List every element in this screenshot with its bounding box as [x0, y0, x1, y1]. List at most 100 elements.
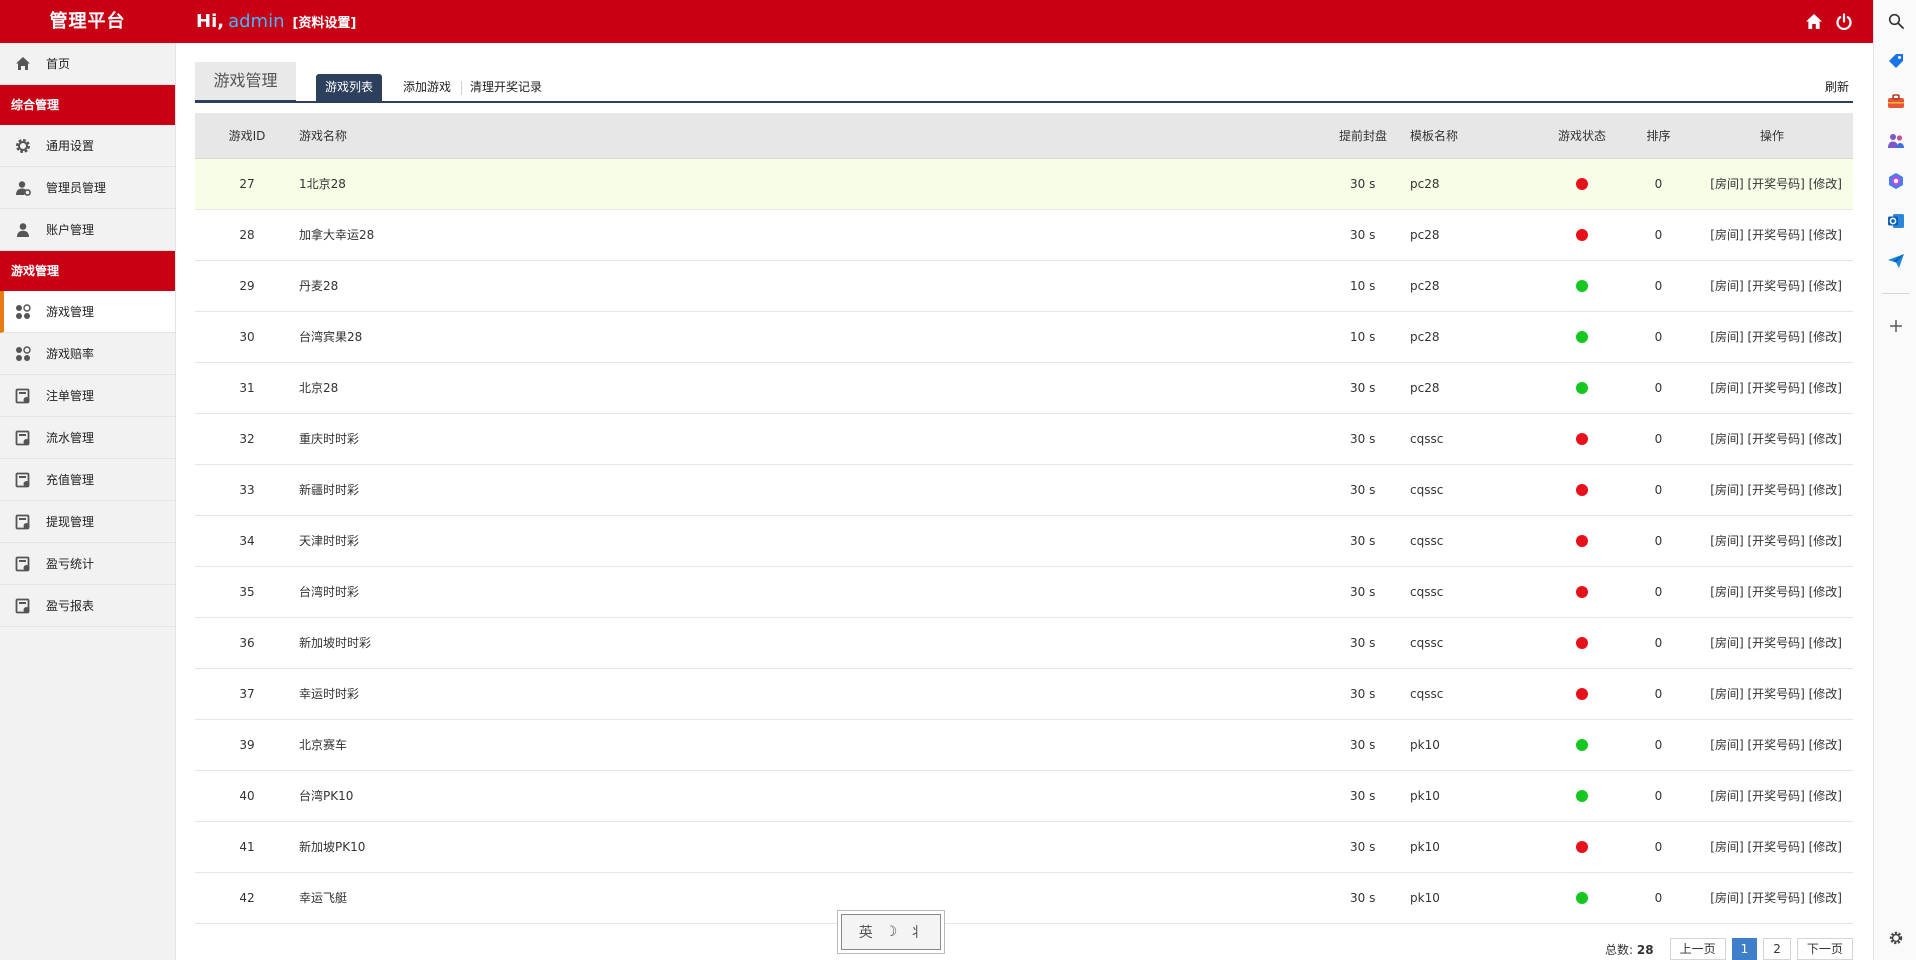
sidebar-item-pnl-stats[interactable]: 盈亏统计 — [0, 543, 175, 585]
plus-icon[interactable] — [1886, 316, 1906, 336]
page-2-button[interactable]: 2 — [1763, 938, 1791, 960]
subtab-add-game[interactable]: 添加游戏 — [403, 74, 451, 101]
status-dot[interactable] — [1576, 688, 1588, 700]
status-dot[interactable] — [1576, 892, 1588, 904]
col-header-close[interactable]: 提前封盘 — [1339, 113, 1410, 159]
cell-close-time: 30 s — [1350, 431, 1376, 446]
tab-game-management[interactable]: 游戏管理 — [195, 62, 296, 103]
subtab-clear-records[interactable]: 清理开奖记录 — [470, 74, 542, 101]
tag-icon[interactable] — [1886, 51, 1906, 71]
main-content: 游戏管理 游戏列表 添加游戏 清理开奖记录 刷新 游戏ID 游戏名称 提前封盘 … — [195, 62, 1853, 924]
sidebar-item-flow[interactable]: 流水管理 — [0, 417, 175, 459]
cell-game-id: 41 — [239, 839, 255, 854]
cell-template: pk10 — [1410, 737, 1440, 752]
cell-actions[interactable]: [房间] [开奖号码] [修改] — [1691, 515, 1853, 566]
cell-game-id: 37 — [239, 686, 255, 701]
status-dot[interactable] — [1576, 331, 1588, 343]
sidebar-item-withdraw[interactable]: 提现管理 — [0, 501, 175, 543]
cell-actions[interactable]: [房间] [开奖号码] [修改] — [1691, 464, 1853, 515]
username-link[interactable]: admin — [228, 11, 284, 32]
cell-actions[interactable]: [房间] [开奖号码] [修改] — [1691, 413, 1853, 464]
status-dot[interactable] — [1576, 535, 1588, 547]
col-header-template[interactable]: 模板名称 — [1410, 113, 1538, 159]
col-header-id[interactable]: 游戏ID — [195, 113, 299, 159]
profile-settings-link[interactable]: [资料设置] — [292, 16, 356, 31]
sidebar-item-home[interactable]: 首页 — [0, 43, 175, 85]
status-dot[interactable] — [1576, 433, 1588, 445]
cell-actions[interactable]: [房间] [开奖号码] [修改] — [1691, 770, 1853, 821]
search-icon[interactable] — [1886, 11, 1906, 31]
table-row: 36 新加坡时时彩 30 s cqssc 0 [房间] [开奖号码] [修改] — [195, 617, 1853, 668]
cell-game-name: 幸运飞艇 — [299, 891, 348, 905]
cell-actions[interactable]: [房间] [开奖号码] [修改] — [1691, 566, 1853, 617]
game-table: 游戏ID 游戏名称 提前封盘 模板名称 游戏状态 排序 操作 27 1北京28 30… — [195, 113, 1853, 924]
cell-close-time: 30 s — [1350, 890, 1376, 905]
cell-template: pc28 — [1410, 329, 1440, 344]
status-dot[interactable] — [1576, 484, 1588, 496]
status-dot[interactable] — [1576, 229, 1588, 241]
home-icon[interactable] — [1805, 13, 1823, 30]
cell-actions[interactable]: [房间] [开奖号码] [修改] — [1691, 311, 1853, 362]
toolbox-icon[interactable] — [1886, 91, 1906, 111]
prev-page-button[interactable]: 上一页 — [1669, 938, 1726, 960]
sidebar: 首页 综合管理 通用设置 管理员管理 账户管理 游戏管理 游戏管理 游戏赔率 注… — [0, 43, 176, 960]
power-icon[interactable] — [1835, 12, 1853, 31]
status-dot[interactable] — [1576, 178, 1588, 190]
sidebar-group-general[interactable]: 综合管理 — [0, 85, 175, 125]
status-dot[interactable] — [1576, 790, 1588, 802]
cell-actions[interactable]: [房间] [开奖号码] [修改] — [1691, 821, 1853, 872]
status-dot[interactable] — [1576, 841, 1588, 853]
cell-actions[interactable]: [房间] [开奖号码] [修改] — [1691, 362, 1853, 413]
table-row: 35 台湾时时彩 30 s cqssc 0 [房间] [开奖号码] [修改] — [195, 566, 1853, 617]
cell-close-time: 30 s — [1350, 482, 1376, 497]
cell-order: 0 — [1654, 788, 1663, 803]
cell-actions[interactable]: [房间] [开奖号码] [修改] — [1691, 668, 1853, 719]
people-icon[interactable] — [1886, 131, 1906, 151]
refresh-link[interactable]: 刷新 — [1825, 78, 1849, 95]
table-row: 39 北京赛车 30 s pk10 0 [房间] [开奖号码] [修改] — [195, 719, 1853, 770]
cell-order: 0 — [1654, 839, 1663, 854]
cell-actions[interactable]: [房间] [开奖号码] [修改] — [1691, 872, 1853, 923]
settings-icon[interactable] — [1886, 928, 1906, 948]
cell-game-id: 31 — [239, 380, 255, 395]
outlook-icon[interactable] — [1886, 211, 1906, 231]
cell-order: 0 — [1654, 686, 1663, 701]
sidebar-group-games[interactable]: 游戏管理 — [0, 251, 175, 291]
col-header-order[interactable]: 排序 — [1626, 113, 1691, 159]
table-row: 30 台湾宾果28 10 s pc28 0 [房间] [开奖号码] [修改] — [195, 311, 1853, 362]
cell-actions[interactable]: [房间] [开奖号码] [修改] — [1691, 719, 1853, 770]
sidebar-item-label: 游戏管理 — [46, 305, 95, 319]
ledger-icon — [14, 597, 32, 615]
sidebar-item-general-settings[interactable]: 通用设置 — [0, 125, 175, 167]
status-dot[interactable] — [1576, 586, 1588, 598]
send-icon[interactable] — [1886, 251, 1906, 271]
col-header-name[interactable]: 游戏名称 — [299, 113, 1339, 159]
sidebar-item-bets[interactable]: 注单管理 — [0, 375, 175, 417]
sidebar-item-accounts[interactable]: 账户管理 — [0, 209, 175, 251]
cell-actions[interactable]: [房间] [开奖号码] [修改] — [1691, 617, 1853, 668]
next-page-button[interactable]: 下一页 — [1796, 938, 1853, 960]
status-dot[interactable] — [1576, 637, 1588, 649]
status-dot[interactable] — [1576, 382, 1588, 394]
sidebar-item-admins[interactable]: 管理员管理 — [0, 167, 175, 209]
moon-icon: ☽ — [884, 924, 898, 940]
cell-actions[interactable]: [房间] [开奖号码] [修改] — [1691, 260, 1853, 311]
cell-game-id: 39 — [239, 737, 255, 752]
col-header-status[interactable]: 游戏状态 — [1538, 113, 1626, 159]
sidebar-item-game-management[interactable]: 游戏管理 — [0, 291, 175, 333]
ime-indicator[interactable]: 英 ☽ ⺦ — [841, 914, 941, 950]
copilot-icon[interactable] — [1886, 171, 1906, 191]
cell-game-id: 36 — [239, 635, 255, 650]
status-dot[interactable] — [1576, 280, 1588, 292]
sidebar-item-recharge[interactable]: 充值管理 — [0, 459, 175, 501]
status-dot[interactable] — [1576, 739, 1588, 751]
cell-actions[interactable]: [房间] [开奖号码] [修改] — [1691, 158, 1853, 209]
sidebar-item-pnl-report[interactable]: 盈亏报表 — [0, 585, 175, 627]
page-1-button[interactable]: 1 — [1731, 938, 1758, 960]
user-icon — [14, 221, 32, 239]
cell-actions[interactable]: [房间] [开奖号码] [修改] — [1691, 209, 1853, 260]
subtab-game-list[interactable]: 游戏列表 — [316, 74, 383, 101]
sidebar-item-game-odds[interactable]: 游戏赔率 — [0, 333, 175, 375]
ledger-icon — [14, 555, 32, 573]
cell-close-time: 30 s — [1350, 635, 1376, 650]
